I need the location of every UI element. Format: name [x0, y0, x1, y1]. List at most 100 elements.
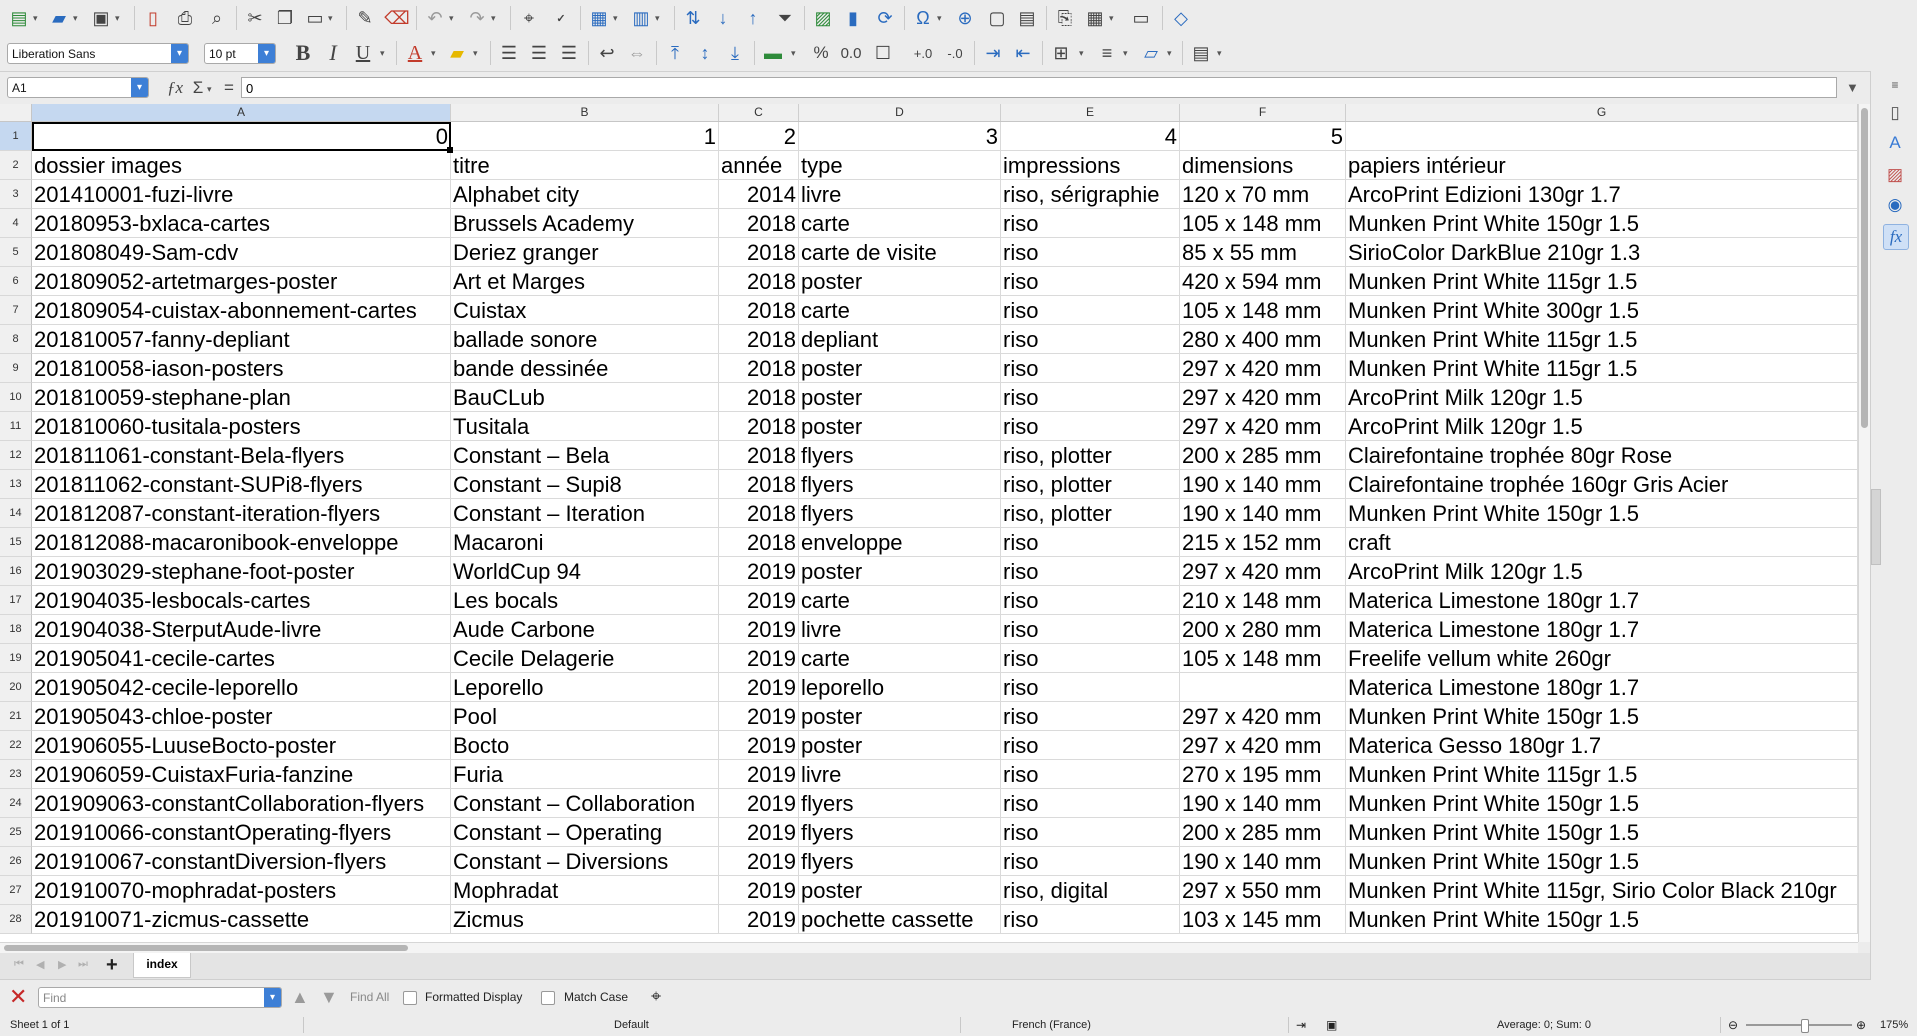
- cell-a12[interactable]: 201811061-constant-Bela-flyers: [32, 441, 451, 470]
- next-sheet-icon[interactable]: ▶: [58, 958, 66, 971]
- cell-b2[interactable]: titre: [451, 151, 719, 180]
- row-header[interactable]: 28: [0, 905, 32, 934]
- row-header[interactable]: 8: [0, 325, 32, 354]
- column-header-b[interactable]: B: [451, 104, 719, 121]
- vertical-scroll-thumb[interactable]: [1861, 108, 1868, 428]
- cell-c27[interactable]: 2019: [719, 876, 799, 905]
- clear-formatting-icon[interactable]: ⌫: [384, 5, 410, 31]
- cell-b25[interactable]: Constant – Operating: [451, 818, 719, 847]
- cell-b27[interactable]: Mophradat: [451, 876, 719, 905]
- special-character-icon[interactable]: Ω: [910, 5, 936, 31]
- comment-icon[interactable]: ▢: [984, 5, 1010, 31]
- last-sheet-icon[interactable]: ⏭: [78, 958, 88, 971]
- formatted-display-checkbox[interactable]: [403, 991, 417, 1005]
- cell-d27[interactable]: poster: [799, 876, 1001, 905]
- cell-e21[interactable]: riso: [1001, 702, 1180, 731]
- open-folder-icon[interactable]: ▰: [46, 5, 72, 31]
- cell-g11[interactable]: ArcoPrint Milk 120gr 1.5: [1346, 412, 1858, 441]
- cell-c17[interactable]: 2019: [719, 586, 799, 615]
- cell-e17[interactable]: riso: [1001, 586, 1180, 615]
- align-left-icon[interactable]: ☰: [496, 40, 522, 66]
- decrease-indent-icon[interactable]: ⇤: [1010, 40, 1036, 66]
- cell-b18[interactable]: Aude Carbone: [451, 615, 719, 644]
- sidebar-menu-icon[interactable]: ≡: [1883, 73, 1907, 97]
- cell-e22[interactable]: riso: [1001, 731, 1180, 760]
- fill-handle[interactable]: [447, 147, 453, 153]
- sort-ascending-icon[interactable]: ↓: [710, 5, 736, 31]
- cell-e16[interactable]: riso: [1001, 557, 1180, 586]
- align-center-icon[interactable]: ☰: [526, 40, 552, 66]
- cell-e25[interactable]: riso: [1001, 818, 1180, 847]
- row-header[interactable]: 18: [0, 615, 32, 644]
- cell-a19[interactable]: 201905041-cecile-cartes: [32, 644, 451, 673]
- row-header[interactable]: 24: [0, 789, 32, 818]
- cell-b15[interactable]: Macaroni: [451, 528, 719, 557]
- cell-g1[interactable]: [1346, 122, 1858, 151]
- font-name-box[interactable]: Liberation Sans ▾: [7, 43, 189, 64]
- cell-d2[interactable]: type: [799, 151, 1001, 180]
- cell-b24[interactable]: Constant – Collaboration: [451, 789, 719, 818]
- cell-g28[interactable]: Munken Print White 150gr 1.5: [1346, 905, 1858, 934]
- cell-e27[interactable]: riso, digital: [1001, 876, 1180, 905]
- cell-c1[interactable]: 2: [719, 122, 799, 151]
- cell-a23[interactable]: 201906059-CuistaxFuria-fanzine: [32, 760, 451, 789]
- cell-b3[interactable]: Alphabet city: [451, 180, 719, 209]
- cell-f2[interactable]: dimensions: [1180, 151, 1346, 180]
- increase-indent-icon[interactable]: ⇥: [980, 40, 1006, 66]
- row-header[interactable]: 26: [0, 847, 32, 876]
- cell-a16[interactable]: 201903029-stephane-foot-poster: [32, 557, 451, 586]
- freeze-rows-columns-icon[interactable]: ▦: [1082, 5, 1108, 31]
- cell-c9[interactable]: 2018: [719, 354, 799, 383]
- cell-d24[interactable]: flyers: [799, 789, 1001, 818]
- column-icon[interactable]: ▥: [628, 5, 654, 31]
- cell-e14[interactable]: riso, plotter: [1001, 499, 1180, 528]
- border-style-icon[interactable]: ≡: [1094, 40, 1120, 66]
- select-all-corner[interactable]: [0, 104, 32, 121]
- formula-input[interactable]: 0: [241, 77, 1837, 98]
- formula-equals-icon[interactable]: =: [216, 75, 242, 101]
- sum-dropdown-icon[interactable]: ▾: [207, 84, 212, 95]
- cell-b6[interactable]: Art et Marges: [451, 267, 719, 296]
- cell-a21[interactable]: 201905043-chloe-poster: [32, 702, 451, 731]
- cell-f9[interactable]: 297 x 420 mm: [1180, 354, 1346, 383]
- row-header[interactable]: 10: [0, 383, 32, 412]
- previous-sheet-icon[interactable]: ◀: [36, 958, 44, 971]
- bold-icon[interactable]: B: [290, 40, 316, 66]
- cell-a27[interactable]: 201910070-mophradat-posters: [32, 876, 451, 905]
- cell-a6[interactable]: 201809052-artetmarges-poster: [32, 267, 451, 296]
- align-bottom-icon[interactable]: ⤓: [722, 40, 748, 66]
- undo-icon[interactable]: ↶: [422, 5, 448, 31]
- sidebar-collapse-handle[interactable]: [1871, 489, 1881, 565]
- expand-formula-bar-icon[interactable]: ▼: [1846, 80, 1859, 95]
- underline-dropdown-icon[interactable]: ▾: [380, 48, 385, 59]
- cell-f18[interactable]: 200 x 280 mm: [1180, 615, 1346, 644]
- row-header[interactable]: 16: [0, 557, 32, 586]
- zoom-in-icon[interactable]: ⊕: [1856, 1014, 1866, 1036]
- redo-dropdown-icon[interactable]: ▾: [491, 13, 496, 24]
- cell-e2[interactable]: impressions: [1001, 151, 1180, 180]
- zoom-slider-knob[interactable]: [1801, 1019, 1809, 1033]
- cell-f14[interactable]: 190 x 140 mm: [1180, 499, 1346, 528]
- font-color-icon[interactable]: A: [402, 40, 428, 66]
- autofilter-icon[interactable]: ⏷: [772, 5, 798, 31]
- row-header[interactable]: 3: [0, 180, 32, 209]
- cell-a13[interactable]: 201811062-constant-SUPi8-flyers: [32, 470, 451, 499]
- language[interactable]: French (France): [1012, 1014, 1091, 1036]
- find-input[interactable]: Find ▾: [38, 987, 282, 1008]
- row-header[interactable]: 14: [0, 499, 32, 528]
- cell-d10[interactable]: poster: [799, 383, 1001, 412]
- cell-d23[interactable]: livre: [799, 760, 1001, 789]
- column-header-e[interactable]: E: [1001, 104, 1180, 121]
- cell-g23[interactable]: Munken Print White 115gr 1.5: [1346, 760, 1858, 789]
- cell-f21[interactable]: 297 x 420 mm: [1180, 702, 1346, 731]
- center-vertically-icon[interactable]: ↕: [692, 40, 718, 66]
- highlighting-color-icon[interactable]: ▰: [444, 40, 470, 66]
- cell-c14[interactable]: 2018: [719, 499, 799, 528]
- cell-b10[interactable]: BauCLub: [451, 383, 719, 412]
- cell-d18[interactable]: livre: [799, 615, 1001, 644]
- cell-a8[interactable]: 201810057-fanny-depliant: [32, 325, 451, 354]
- cell-e6[interactable]: riso: [1001, 267, 1180, 296]
- cell-g15[interactable]: craft: [1346, 528, 1858, 557]
- delete-decimal-icon[interactable]: -.0: [942, 40, 968, 66]
- cell-a5[interactable]: 201808049-Sam-cdv: [32, 238, 451, 267]
